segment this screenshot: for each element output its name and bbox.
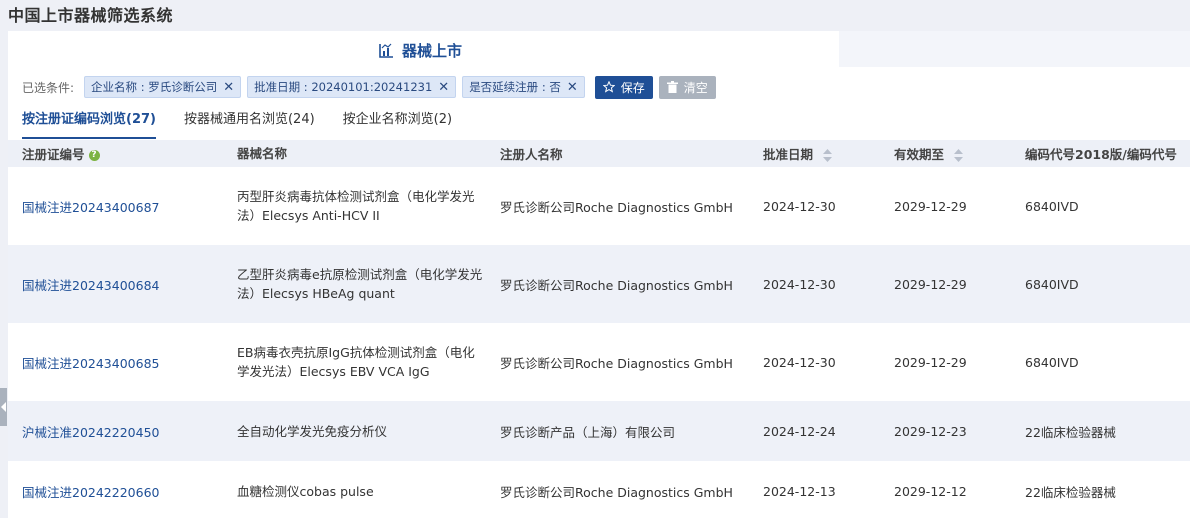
header-background bbox=[839, 31, 1190, 67]
close-icon[interactable]: ✕ bbox=[567, 81, 578, 94]
header-cell-code: 编码代号2018版/编码代号 bbox=[1025, 147, 1177, 162]
table-header: 注册证编号? 器械名称 注册人名称 批准日期 有效期至 编码代号2018版/编码… bbox=[8, 140, 1190, 167]
save-button[interactable]: 保存 bbox=[594, 75, 653, 99]
header-cell-approved[interactable]: 批准日期 bbox=[763, 144, 833, 163]
device-name: 乙型肝炎病毒e抗原检测试剂盒（电化学发光法）Elecsys HBeAg quan… bbox=[237, 267, 483, 301]
approved-date: 2024-12-24 bbox=[763, 423, 836, 439]
category-code: 6840IVD bbox=[1025, 198, 1079, 214]
browse-tabs: 按注册证编码浏览(27) 按器械通用名浏览(24) 按企业名称浏览(2) bbox=[22, 109, 452, 139]
device-name: 全自动化学发光免疫分析仪 bbox=[237, 423, 388, 439]
valid-until-date: 2029-12-23 bbox=[894, 423, 967, 439]
tab-by-company-name[interactable]: 按企业名称浏览(2) bbox=[343, 109, 452, 139]
chip-label: 企业名称 : 罗氏诊断公司 bbox=[91, 80, 218, 94]
table-row: 国械注进20243400684 乙型肝炎病毒e抗原检测试剂盒（电化学发光法）El… bbox=[8, 245, 1190, 323]
table-row: 国械注进20243400687 丙型肝炎病毒抗体检测试剂盒（电化学发光法）Ele… bbox=[8, 167, 1190, 245]
app-title: 中国上市器械筛选系统 bbox=[8, 6, 174, 25]
table-row: 国械注进20243400685 EB病毒衣壳抗原IgG抗体检测试剂盒（电化学发光… bbox=[8, 323, 1190, 401]
save-label: 保存 bbox=[620, 80, 645, 95]
header-cell-reg-no[interactable]: 注册证编号? bbox=[22, 144, 100, 163]
header-cell-device: 器械名称 bbox=[237, 146, 288, 161]
reg-no-link[interactable]: 国械注进20242220660 bbox=[22, 482, 159, 501]
tab-by-registration-no[interactable]: 按注册证编码浏览(27) bbox=[22, 109, 156, 139]
chart-up-icon bbox=[379, 43, 393, 58]
registrant-name: 罗氏诊断产品（上海）有限公司 bbox=[500, 424, 676, 440]
table-row: 沪械注准20242220450 全自动化学发光免疫分析仪 罗氏诊断产品（上海）有… bbox=[8, 401, 1190, 461]
valid-until-date: 2029-12-29 bbox=[894, 354, 967, 370]
reg-no-link[interactable]: 国械注进20243400685 bbox=[22, 353, 159, 372]
device-name: 血糖检测仪cobas pulse bbox=[237, 483, 374, 499]
panel-header: 器械上市 bbox=[378, 40, 462, 61]
valid-until-date: 2029-12-29 bbox=[894, 276, 967, 292]
header-label: 有效期至 bbox=[894, 147, 945, 162]
close-icon[interactable]: ✕ bbox=[438, 81, 449, 94]
sidebar-toggle[interactable] bbox=[0, 388, 7, 426]
filter-bar: 已选条件: 企业名称 : 罗氏诊断公司 ✕ 批准日期 : 20240101:20… bbox=[22, 75, 716, 99]
chevron-left-icon bbox=[0, 402, 6, 412]
main-panel: 器械上市 已选条件: 企业名称 : 罗氏诊断公司 ✕ 批准日期 : 202401… bbox=[8, 31, 1190, 518]
clear-button[interactable]: 清空 bbox=[658, 75, 716, 99]
table-row: 国械注进20242220660 血糖检测仪cobas pulse 罗氏诊断公司R… bbox=[8, 461, 1190, 518]
filter-chip-company: 企业名称 : 罗氏诊断公司 ✕ bbox=[84, 76, 242, 98]
trash-icon bbox=[666, 81, 678, 93]
approved-date: 2024-12-30 bbox=[763, 276, 836, 292]
sort-icon[interactable] bbox=[954, 149, 964, 162]
device-name: EB病毒衣壳抗原IgG抗体检测试剂盒（电化学发光法）Elecsys EBV VC… bbox=[237, 345, 475, 379]
sort-icon[interactable] bbox=[823, 149, 833, 162]
help-icon[interactable]: ? bbox=[88, 150, 100, 161]
header-label: 注册证编号 bbox=[22, 147, 85, 162]
approved-date: 2024-12-13 bbox=[763, 483, 836, 499]
clear-label: 清空 bbox=[683, 80, 708, 95]
valid-until-date: 2029-12-12 bbox=[894, 483, 967, 499]
filter-chip-approval-date: 批准日期 : 20240101:20241231 ✕ bbox=[247, 76, 457, 98]
category-code: 22临床检验器械 bbox=[1025, 484, 1116, 500]
registrant-name: 罗氏诊断公司Roche Diagnostics GmbH bbox=[500, 199, 733, 215]
filter-chip-renewal: 是否延续注册 : 否 ✕ bbox=[462, 76, 585, 98]
results-table: 注册证编号? 器械名称 注册人名称 批准日期 有效期至 编码代号2018版/编码… bbox=[8, 140, 1190, 518]
category-code: 6840IVD bbox=[1025, 276, 1079, 292]
tab-by-device-name[interactable]: 按器械通用名浏览(24) bbox=[184, 109, 315, 139]
device-name: 丙型肝炎病毒抗体检测试剂盒（电化学发光法）Elecsys Anti-HCV II bbox=[237, 189, 475, 223]
approved-date: 2024-12-30 bbox=[763, 354, 836, 370]
category-code: 6840IVD bbox=[1025, 354, 1079, 370]
registrant-name: 罗氏诊断公司Roche Diagnostics GmbH bbox=[500, 355, 733, 371]
filters-label: 已选条件: bbox=[22, 80, 75, 95]
category-code: 22临床检验器械 bbox=[1025, 424, 1116, 440]
registrant-name: 罗氏诊断公司Roche Diagnostics GmbH bbox=[500, 484, 733, 500]
close-icon[interactable]: ✕ bbox=[223, 81, 234, 94]
chip-label: 是否延续注册 : 否 bbox=[469, 80, 561, 94]
header-cell-registrant: 注册人名称 bbox=[500, 147, 563, 162]
registrant-name: 罗氏诊断公司Roche Diagnostics GmbH bbox=[500, 277, 733, 293]
reg-no-link[interactable]: 国械注进20243400687 bbox=[22, 197, 159, 216]
approved-date: 2024-12-30 bbox=[763, 198, 836, 214]
header-cell-valid-until[interactable]: 有效期至 bbox=[894, 144, 964, 163]
panel-title: 器械上市 bbox=[402, 42, 463, 60]
star-icon bbox=[602, 81, 615, 93]
chip-label: 批准日期 : 20240101:20241231 bbox=[254, 80, 433, 94]
header-label: 批准日期 bbox=[763, 147, 814, 162]
reg-no-link[interactable]: 国械注进20243400684 bbox=[22, 275, 159, 294]
reg-no-link[interactable]: 沪械注准20242220450 bbox=[22, 422, 159, 441]
valid-until-date: 2029-12-29 bbox=[894, 198, 967, 214]
